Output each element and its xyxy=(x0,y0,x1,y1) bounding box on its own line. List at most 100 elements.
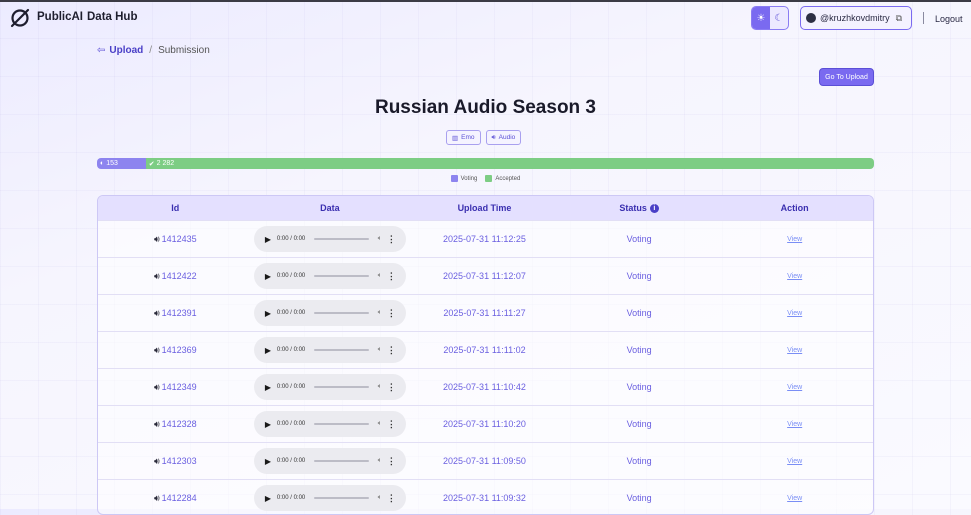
play-icon[interactable]: ▶ xyxy=(264,383,272,392)
row-id[interactable]: 1412369 xyxy=(162,345,197,355)
volume-icon[interactable]: 🔈︎ xyxy=(378,272,382,280)
row-view-link[interactable]: View xyxy=(716,310,873,317)
more-options-icon[interactable]: ⋮ xyxy=(387,271,396,282)
player-time: 0:00 / 0:00 xyxy=(276,347,306,353)
row-data-cell: ▶ 0:00 / 0:00 🔈︎ ⋮ xyxy=(253,300,408,326)
more-options-icon[interactable]: ⋮ xyxy=(387,493,396,504)
play-icon[interactable]: ▶ xyxy=(264,235,272,244)
row-id-cell: 🔊︎ 1412284 xyxy=(98,493,253,504)
audio-player: ▶ 0:00 / 0:00 🔈︎ ⋮ xyxy=(253,226,406,252)
row-view-link[interactable]: View xyxy=(716,273,873,280)
header-status-label: Status xyxy=(619,202,647,213)
more-options-icon[interactable]: ⋮ xyxy=(387,456,396,467)
row-id-cell: 🔊︎ 1412328 xyxy=(98,419,253,430)
player-time: 0:00 / 0:00 xyxy=(276,236,306,242)
row-id[interactable]: 1412391 xyxy=(162,308,197,318)
volume-icon[interactable]: 🔈︎ xyxy=(378,457,382,465)
player-time: 0:00 / 0:00 xyxy=(276,495,306,501)
breadcrumb-current: Submission xyxy=(158,45,210,56)
play-icon[interactable]: ▶ xyxy=(264,494,272,503)
player-time: 0:00 / 0:00 xyxy=(276,310,306,316)
more-options-icon[interactable]: ⋮ xyxy=(387,308,396,319)
legend-item-accepted: Accepted xyxy=(485,175,520,182)
player-seek-bar[interactable] xyxy=(314,386,369,388)
table-row: 🔊︎ 1412422 ▶ 0:00 / 0:00 🔈︎ ⋮ 2025-07-31… xyxy=(98,257,873,294)
header-divider xyxy=(923,12,924,24)
player-time: 0:00 / 0:00 xyxy=(276,421,306,427)
row-view-link[interactable]: View xyxy=(716,421,873,428)
volume-icon[interactable]: 🔈︎ xyxy=(378,346,382,354)
player-seek-bar[interactable] xyxy=(314,349,369,351)
row-id[interactable]: 1412284 xyxy=(162,493,197,503)
row-status: Voting xyxy=(626,456,652,466)
player-seek-bar[interactable] xyxy=(314,238,369,240)
user-account-button[interactable]: @kruzhkovdmitry ⧉ xyxy=(800,6,912,30)
header: PublicAI Data Hub ☀ ☾ @kruzhkovdmitry ⧉ … xyxy=(0,2,971,36)
more-options-icon[interactable]: ⋮ xyxy=(387,345,396,356)
volume-icon[interactable]: 🔈︎ xyxy=(378,383,382,391)
sun-icon[interactable]: ☀ xyxy=(752,7,770,29)
row-id[interactable]: 1412328 xyxy=(162,419,197,429)
logout-button[interactable]: Logout xyxy=(935,14,963,24)
row-id[interactable]: 1412422 xyxy=(162,271,197,281)
theme-toggle[interactable]: ☀ ☾ xyxy=(751,6,789,30)
audio-player: ▶ 0:00 / 0:00 🔈︎ ⋮ xyxy=(253,263,406,289)
play-icon[interactable]: ▶ xyxy=(264,309,272,318)
volume-icon[interactable]: 🔈︎ xyxy=(378,494,382,502)
row-id-cell: 🔊︎ 1412369 xyxy=(98,345,253,356)
go-to-upload-button[interactable]: Go To Upload xyxy=(819,68,874,86)
play-icon[interactable]: ▶ xyxy=(264,457,272,466)
info-icon[interactable]: i xyxy=(649,204,659,214)
play-icon[interactable]: ▶ xyxy=(264,272,272,281)
legend-accepted-label: Accepted xyxy=(495,175,521,182)
audio-player: ▶ 0:00 / 0:00 🔈︎ ⋮ xyxy=(253,448,406,474)
row-id[interactable]: 1412435 xyxy=(162,234,197,244)
volume-icon[interactable]: 🔈︎ xyxy=(378,235,382,243)
volume-icon[interactable]: 🔈︎ xyxy=(378,420,382,428)
speaker-icon: 🔊︎ xyxy=(153,233,160,244)
voting-count: 153 xyxy=(106,160,118,167)
submissions-table: Id Data Upload Time Status i Action 🔊︎ 14… xyxy=(97,195,874,515)
more-options-icon[interactable]: ⋮ xyxy=(387,382,396,393)
data-hub-label: Data Hub xyxy=(87,11,138,23)
legend-voting-label: Voting xyxy=(460,175,478,182)
row-id[interactable]: 1412303 xyxy=(162,456,197,466)
breadcrumb-separator: / xyxy=(149,45,153,56)
row-view-link[interactable]: View xyxy=(716,236,873,243)
header-upload-time: Upload Time xyxy=(457,203,512,213)
copy-icon[interactable]: ⧉ xyxy=(896,13,902,24)
breadcrumb-upload-link[interactable]: Upload xyxy=(109,45,143,56)
row-data-cell: ▶ 0:00 / 0:00 🔈︎ ⋮ xyxy=(253,485,408,511)
player-seek-bar[interactable] xyxy=(314,275,369,277)
row-view-link[interactable]: View xyxy=(716,347,873,354)
speaker-icon: 🔊︎ xyxy=(153,455,160,466)
emo-tag-label: Emo xyxy=(461,134,475,141)
audio-tag: 🔊︎ Audio xyxy=(485,130,522,145)
more-options-icon[interactable]: ⋮ xyxy=(387,234,396,245)
audio-player: ▶ 0:00 / 0:00 🔈︎ ⋮ xyxy=(253,300,406,326)
player-seek-bar[interactable] xyxy=(314,423,369,425)
player-time: 0:00 / 0:00 xyxy=(276,458,306,464)
player-seek-bar[interactable] xyxy=(314,460,369,462)
row-upload-time: 2025-07-31 11:12:07 xyxy=(443,271,526,281)
play-icon[interactable]: ▶ xyxy=(264,346,272,355)
row-view-link[interactable]: View xyxy=(716,458,873,465)
row-id[interactable]: 1412349 xyxy=(162,382,197,392)
table-row: 🔊︎ 1412328 ▶ 0:00 / 0:00 🔈︎ ⋮ 2025-07-31… xyxy=(98,405,873,442)
header-data: Data xyxy=(320,203,340,213)
avatar xyxy=(806,13,816,23)
row-status: Voting xyxy=(626,419,652,429)
player-seek-bar[interactable] xyxy=(314,312,369,314)
row-view-link[interactable]: View xyxy=(716,384,873,391)
play-icon[interactable]: ▶ xyxy=(264,420,272,429)
table-row: 🔊︎ 1412349 ▶ 0:00 / 0:00 🔈︎ ⋮ 2025-07-31… xyxy=(98,368,873,405)
row-status: Voting xyxy=(626,345,652,355)
moon-icon[interactable]: ☾ xyxy=(770,7,788,29)
more-options-icon[interactable]: ⋮ xyxy=(387,419,396,430)
player-time: 0:00 / 0:00 xyxy=(276,384,306,390)
volume-icon[interactable]: 🔈︎ xyxy=(378,309,382,317)
player-seek-bar[interactable] xyxy=(314,497,369,499)
back-arrow-icon[interactable]: ⇦ xyxy=(97,45,105,56)
row-data-cell: ▶ 0:00 / 0:00 🔈︎ ⋮ xyxy=(253,411,408,437)
row-view-link[interactable]: View xyxy=(716,495,873,502)
